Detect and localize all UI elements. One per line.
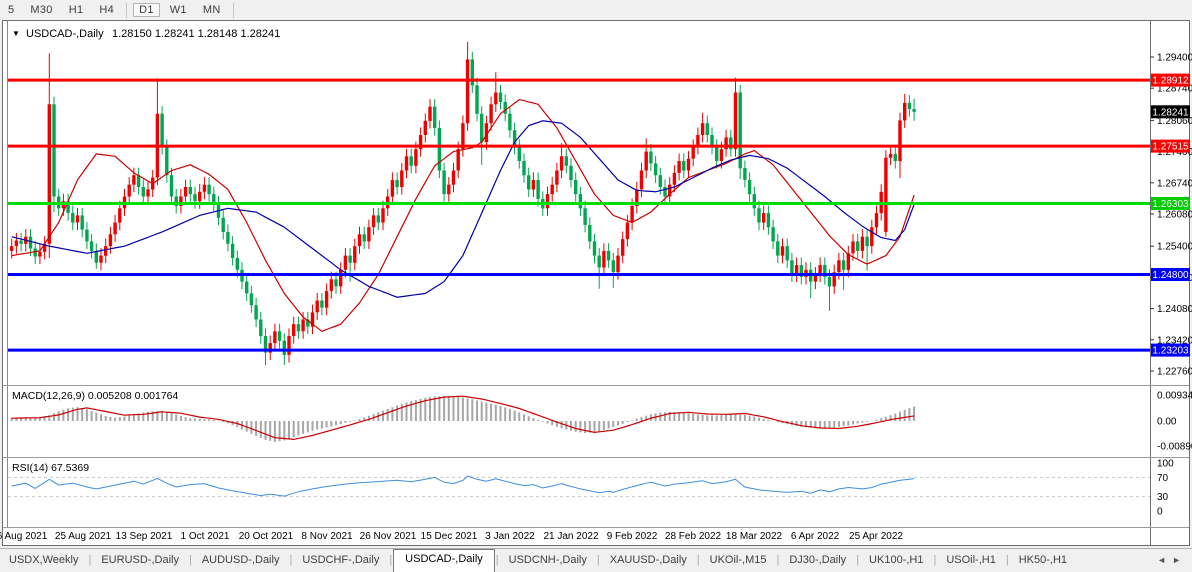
price-level-badge: 1.27515 (1152, 142, 1189, 153)
date-axis-label: 3 Jan 2022 (485, 531, 535, 542)
symbol-dropdown-icon[interactable]: ▼ (12, 29, 20, 38)
price-axis-tick: 1.29400 (1157, 53, 1192, 64)
date-axis-label: 20 Oct 2021 (239, 531, 294, 542)
tab-audusd-daily[interactable]: AUDUSD-,Daily (193, 551, 289, 569)
price-axis-tick: 1.24080 (1157, 304, 1192, 315)
tab-hk50-h1[interactable]: HK50-,H1 (1010, 551, 1076, 569)
chart-title-ohlc: 1.28150 1.28241 1.28148 1.28241 (112, 28, 280, 40)
tab-usdcnh-daily[interactable]: USDCNH-,Daily (500, 551, 596, 569)
tab-usoil-h1[interactable]: USOil-,H1 (937, 551, 1005, 569)
date-axis-label: 25 Aug 2021 (55, 531, 112, 542)
date-axis-label: 6 Apr 2022 (791, 531, 840, 542)
rsi-axis-tick: 70 (1157, 473, 1169, 484)
tab-dj30-daily[interactable]: DJ30-,Daily (780, 551, 855, 569)
chart-title-symbol: USDCAD-,Daily (26, 28, 104, 40)
date-axis-label: 18 Mar 2022 (726, 531, 783, 542)
date-axis-label: 6 Aug 2021 (0, 531, 48, 542)
rsi-axis-tick: 100 (1157, 459, 1174, 470)
mt4-window: 5M30H1H4D1W1MN 1.294001.287401.280601.27… (0, 0, 1192, 572)
date-axis-label: 13 Sep 2021 (116, 531, 173, 542)
macd-axis-tick: 0.009345 (1157, 391, 1192, 402)
price-axis-tick: 1.25400 (1157, 242, 1192, 253)
tab-usdx-weekly[interactable]: USDX,Weekly (0, 551, 87, 569)
chart-canvas[interactable]: 1.294001.287401.280601.274001.267401.260… (0, 0, 1192, 548)
tab-xauusd-daily[interactable]: XAUUSD-,Daily (601, 551, 696, 569)
rsi-axis-tick: 30 (1157, 492, 1169, 503)
date-axis-label: 25 Apr 2022 (849, 531, 903, 542)
price-axis-tick: 1.26740 (1157, 178, 1192, 189)
date-axis-label: 8 Nov 2021 (301, 531, 353, 542)
tab-usdchf-daily[interactable]: USDCHF-,Daily (293, 551, 388, 569)
rsi-label: RSI(14) 67.5369 (12, 462, 89, 474)
price-axis-tick: 1.22760 (1157, 367, 1192, 378)
date-axis-label: 28 Feb 2022 (665, 531, 722, 542)
date-axis-label: 26 Nov 2021 (360, 531, 417, 542)
price-level-badge: 1.24800 (1152, 270, 1189, 281)
price-level-badge: 1.28912 (1152, 76, 1189, 87)
tab-ukoil-m15[interactable]: UKOil-,M15 (701, 551, 776, 569)
price-level-badge: 1.23203 (1152, 346, 1189, 357)
tab-uk100-h1[interactable]: UK100-,H1 (860, 551, 932, 569)
chart-tabs-bar: USDX,Weekly | EURUSD-,Daily | AUDUSD-,Daily |… (0, 548, 1192, 572)
macd-axis-tick: -0.00890 (1157, 441, 1192, 452)
price-level-badge: 1.26303 (1152, 199, 1189, 210)
rsi-axis-tick: 0 (1157, 507, 1163, 518)
date-axis-label: 9 Feb 2022 (607, 531, 658, 542)
macd-label: MACD(12,26,9) 0.005208 0.001764 (12, 390, 179, 402)
date-axis-label: 21 Jan 2022 (543, 531, 598, 542)
price-level-badge: 1.28241 (1152, 107, 1189, 118)
macd-axis-tick: 0.00 (1157, 417, 1177, 428)
date-axis-label: 15 Dec 2021 (421, 531, 478, 542)
price-axis-tick: 1.26080 (1157, 210, 1192, 221)
tab-eurusd-daily[interactable]: EURUSD-,Daily (92, 551, 188, 569)
date-axis-label: 1 Oct 2021 (181, 531, 230, 542)
tab-usdcad-daily[interactable]: USDCAD-,Daily (393, 548, 495, 572)
tab-scroll-arrows[interactable]: ◄► (1157, 555, 1192, 565)
